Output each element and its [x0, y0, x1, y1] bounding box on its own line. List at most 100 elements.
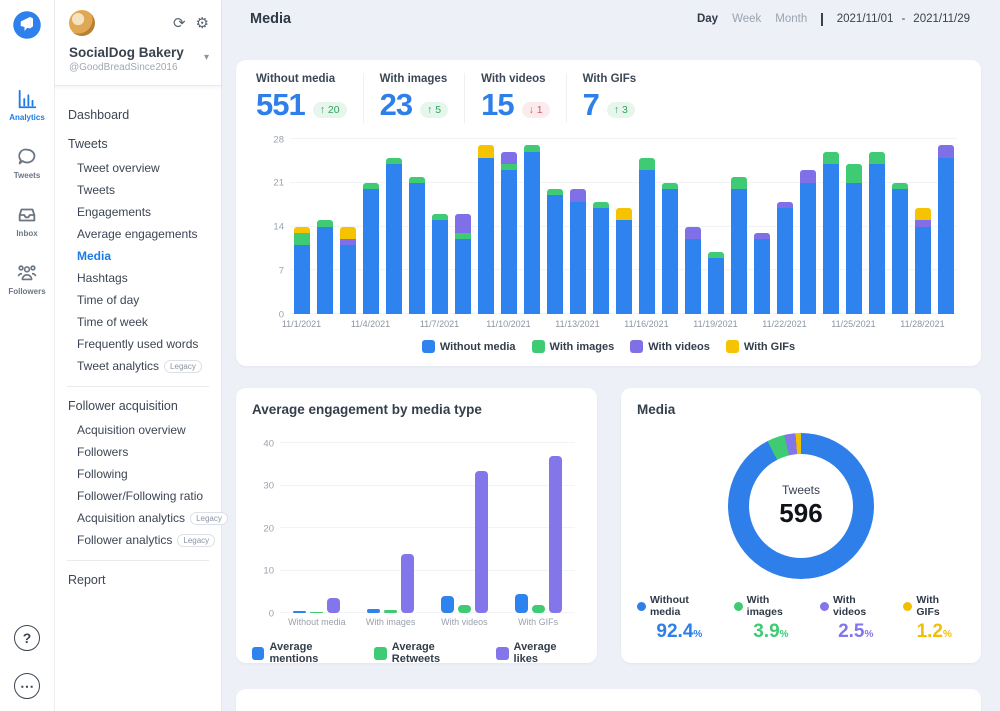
bar-column-11-11-2021 — [520, 139, 543, 314]
period-tab-week[interactable]: Week — [732, 13, 761, 25]
sidebar-item-time-of-day[interactable]: Time of day — [55, 289, 221, 311]
rail-item-inbox[interactable]: Inbox — [16, 204, 38, 238]
sidebar-item-follower-following-ratio[interactable]: Follower/Following ratio — [55, 485, 221, 507]
donut-legend-item-with-images[interactable]: With images 3.9% — [733, 594, 808, 643]
slice-percent-value: 3.9 — [753, 621, 780, 642]
stacked-bar — [638, 157, 655, 314]
chart2-legend-item-average-likes[interactable]: Average likes — [496, 641, 581, 665]
sidebar-item-media[interactable]: Media — [55, 245, 221, 267]
x-axis-tick: 11/19/2021 — [693, 319, 738, 329]
avg-engagement-table-panel: Average engagement by media type — [236, 689, 981, 711]
bar-column-11-14-2021 — [589, 139, 612, 314]
date-range-picker[interactable]: 2021/11/01 - 2021/11/29 — [837, 13, 970, 25]
stacked-bar — [592, 201, 609, 314]
period-tab-month[interactable]: Month — [775, 13, 807, 25]
sidebar-item-follower-acquisition[interactable]: Follower acquisition — [55, 395, 221, 417]
sidebar-item-dashboard[interactable]: Dashboard — [55, 104, 221, 126]
sidebar-item-label: Media — [77, 249, 112, 263]
rail-item-analytics[interactable]: Analytics — [9, 88, 45, 122]
sidebar-item-time-of-week[interactable]: Time of week — [55, 311, 221, 333]
period-tab-day[interactable]: Day — [697, 13, 718, 25]
bar-average-likes — [474, 470, 488, 613]
stat-value: 23 — [379, 87, 413, 122]
stat-value: 7 — [582, 87, 600, 122]
gear-icon[interactable]: ⚙ — [196, 15, 209, 31]
sidebar-item-label: Acquisition overview — [77, 423, 186, 437]
percent-sign: % — [779, 629, 789, 640]
bar-group-with-gifs — [501, 443, 575, 613]
bar-segment-without-media — [730, 189, 747, 314]
bar-column-11-17-2021 — [658, 139, 681, 314]
sidebar-item-tweet-analytics[interactable]: Tweet analytics Legacy — [55, 355, 221, 377]
sidebar-item-follower-analytics[interactable]: Follower analytics Legacy — [55, 529, 221, 551]
help-icon[interactable]: ? — [14, 625, 40, 651]
stat-label: With GIFs — [582, 73, 637, 85]
sidebar-item-tweet-overview[interactable]: Tweet overview — [55, 157, 221, 179]
legend-label: Average mentions — [269, 641, 319, 665]
bar-segment-without-media — [569, 201, 586, 314]
stacked-bar — [293, 226, 310, 314]
sidebar-item-tweets[interactable]: Tweets — [55, 133, 221, 155]
sidebar-item-report[interactable]: Report — [55, 569, 221, 591]
donut-legend-item-with-gifs[interactable]: With GIFs 1.2% — [903, 594, 965, 643]
bar-segment-without-media — [661, 189, 678, 314]
sidebar-item-acquisition-overview[interactable]: Acquisition overview — [55, 419, 221, 441]
refresh-icon[interactable]: ⟳ — [173, 15, 186, 31]
stacked-bar — [569, 189, 586, 314]
sidebar-item-tweets[interactable]: Tweets — [55, 179, 221, 201]
stacked-bar — [546, 189, 563, 314]
account-avatar[interactable] — [69, 10, 95, 36]
more-icon[interactable]: ⋯ — [14, 673, 40, 699]
sidebar-item-frequently-used-words[interactable]: Frequently used words — [55, 333, 221, 355]
chart1-legend-item-with-videos[interactable]: With videos — [630, 340, 710, 353]
x-axis-tick: 11/16/2021 — [624, 319, 669, 329]
bar-chart-icon — [16, 88, 38, 110]
bar-segment-without-media — [937, 157, 954, 314]
stat-value: 551 — [256, 87, 306, 122]
bar-segment-with-videos — [569, 189, 586, 202]
sidebar-item-followers[interactable]: Followers — [55, 441, 221, 463]
legend-dot — [903, 601, 913, 611]
sidebar-item-hashtags[interactable]: Hashtags — [55, 267, 221, 289]
chart1-legend-item-with-images[interactable]: With images — [531, 340, 614, 353]
sidebar-item-average-engagements[interactable]: Average engagements — [55, 223, 221, 245]
stat-value: 15 — [481, 87, 514, 122]
socialdog-logo[interactable] — [12, 10, 42, 40]
bar-segment-with-videos — [937, 145, 954, 158]
rail-item-tweets[interactable]: Tweets — [14, 146, 40, 180]
chart2-legend-item-average-retweets[interactable]: Average Retweets — [374, 641, 482, 665]
donut-legend-item-with-videos[interactable]: With videos 2.5% — [820, 594, 891, 643]
chevron-down-icon[interactable]: ▾ — [204, 52, 209, 63]
stat-with-videos: With videos 15 ↓ 1 — [481, 73, 567, 123]
rail-item-followers[interactable]: Followers — [8, 262, 46, 296]
bar-segment-without-media — [293, 245, 310, 314]
icon-rail: Analytics Tweets Inbox Followers ? ⋯ — [0, 0, 55, 711]
bar-segment-without-media — [868, 164, 885, 314]
bar-average-retweets — [531, 605, 545, 613]
chart1-legend-item-without-media[interactable]: Without media — [421, 340, 516, 353]
period-switcher: Day Week Month — [697, 13, 807, 25]
sidebar-item-following[interactable]: Following — [55, 463, 221, 485]
bar-segment-with-images — [868, 151, 885, 164]
category-label: With images — [365, 617, 416, 627]
legend-label: Without media — [649, 594, 689, 618]
bar-column-11-6-2021 — [405, 139, 428, 314]
stat-delta-badge: ↓ 1 — [521, 102, 550, 118]
chart1-legend-item-with-gifs[interactable]: With GIFs — [725, 340, 795, 353]
legend-label: Without media — [439, 340, 516, 353]
chart2-legend-item-average-mentions[interactable]: Average mentions — [252, 641, 360, 665]
bar-column-11-26-2021 — [865, 139, 888, 314]
x-axis-tick: 11/10/2021 — [486, 319, 531, 329]
bar-column-11-24-2021 — [819, 139, 842, 314]
bar-segment-without-media — [891, 189, 908, 314]
stat-without-media: Without media 551 ↑ 20 — [256, 73, 364, 123]
x-axis-tick: 11/25/2021 — [831, 319, 876, 329]
sidebar-item-engagements[interactable]: Engagements — [55, 201, 221, 223]
sidebar-item-acquisition-analytics[interactable]: Acquisition analytics Legacy — [55, 507, 228, 529]
bar-segment-with-images — [293, 232, 310, 246]
account-switcher: ⟳ ⚙ SocialDog Bakery @GoodBreadSince2016… — [55, 0, 221, 86]
page-header: Media Day Week Month 2021/11/01 - 2021/11/… — [222, 0, 1000, 38]
slice-percent: 1.2% — [917, 621, 952, 643]
donut-legend-item-without-media[interactable]: Without media 92.4% — [637, 594, 722, 643]
bar-average-mentions — [367, 609, 381, 613]
